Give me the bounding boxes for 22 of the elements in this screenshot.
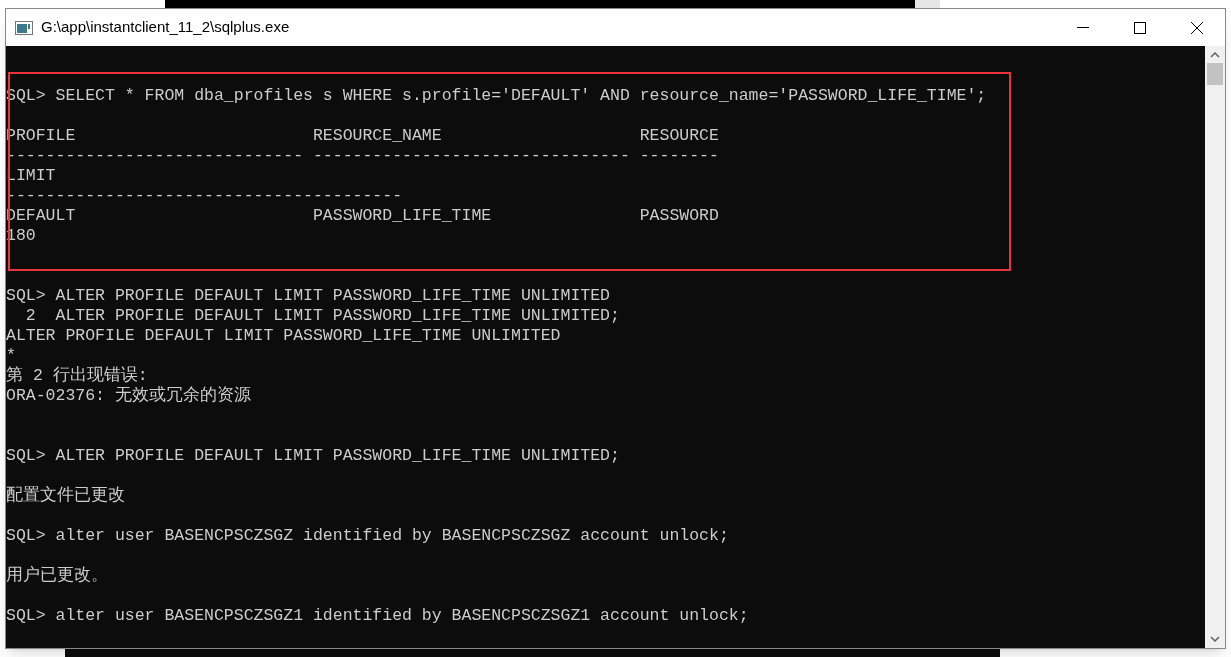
window-title: G:\app\instantclient_11_2\sqlplus.exe — [41, 17, 290, 38]
console-line: 用户已更改。 — [6, 566, 108, 586]
console-line: ------------------------------ -------------------------------- -------- — [6, 146, 719, 166]
console-line: 第 2 行出现错误: — [6, 366, 148, 386]
console-line: ALTER PROFILE DEFAULT LIMIT PASSWORD_LIFE_TIME UNLIMITED — [6, 326, 561, 346]
console-line: SQL> ALTER PROFILE DEFAULT LIMIT PASSWORD_LIFE_TIME UNLIMITED — [6, 286, 610, 306]
console-line: 2 ALTER PROFILE DEFAULT LIMIT PASSWORD_LIFE_TIME UNLIMITED; — [24, 306, 620, 326]
scroll-up-icon[interactable] — [1210, 52, 1220, 58]
scrollbar-thumb[interactable] — [1207, 63, 1223, 85]
console-line: SQL> ALTER PROFILE DEFAULT LIMIT PASSWORD_LIFE_TIME UNLIMITED; — [6, 446, 620, 466]
console-line: * — [6, 346, 16, 366]
console-line: SQL> alter user BASENCPSCZSGZ identified by BASENCPSCZSGZ account unlock; — [6, 526, 729, 546]
console-app-icon — [15, 20, 33, 35]
minimize-icon — [1076, 26, 1089, 29]
close-icon — [1190, 21, 1203, 34]
scroll-down-icon[interactable] — [1210, 636, 1220, 642]
scrollbar[interactable] — [1205, 46, 1225, 648]
console-line: ORA-02376: 无效或冗余的资源 — [6, 386, 251, 406]
console-line: SQL> alter user BASENCPSCZSGZ1 identified by BASENCPSCZSGZ1 account unlock; — [6, 606, 749, 626]
console-line: 配置文件已更改 — [6, 486, 125, 506]
maximize-icon — [1133, 21, 1146, 34]
console-line: ---------------------------------------- — [6, 186, 403, 206]
